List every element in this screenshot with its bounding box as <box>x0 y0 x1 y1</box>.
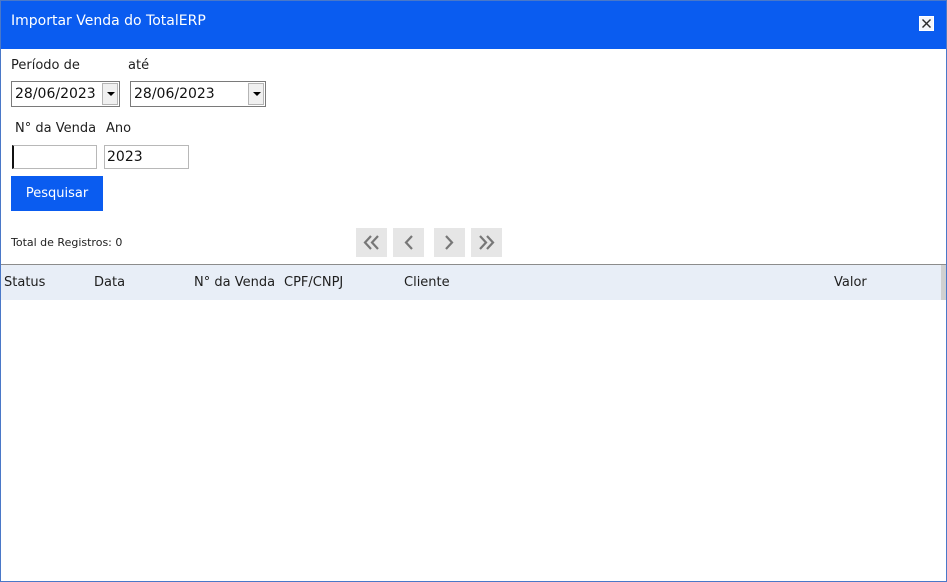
year-input[interactable] <box>104 145 189 169</box>
period-to-value: 28/06/2023 <box>134 86 215 102</box>
close-x-icon <box>922 19 931 28</box>
sale-number-input[interactable] <box>12 145 97 169</box>
column-header-sale-number[interactable]: N° da Venda <box>194 275 275 290</box>
period-from-label: Período de <box>11 58 80 73</box>
period-to-dropdown-button[interactable] <box>248 83 264 105</box>
next-page-button[interactable] <box>434 228 465 257</box>
column-header-value[interactable]: Valor <box>834 275 867 290</box>
sale-number-label: N° da Venda <box>15 121 97 136</box>
title-bar: Importar Venda do TotalERP <box>1 1 946 49</box>
dialog-title: Importar Venda do TotalERP <box>11 13 206 29</box>
first-page-button[interactable] <box>356 228 387 257</box>
total-records-label: Total de Registros: 0 <box>11 236 123 249</box>
last-page-button[interactable] <box>471 228 502 257</box>
previous-page-icon <box>404 235 413 250</box>
period-to-label: até <box>128 58 150 73</box>
column-header-cpf-cnpj[interactable]: CPF/CNPJ <box>284 275 343 290</box>
first-page-icon <box>363 235 379 250</box>
period-to-date-picker[interactable]: 28/06/2023 <box>130 81 266 107</box>
next-page-icon <box>445 235 454 250</box>
column-header-status[interactable]: Status <box>4 275 45 290</box>
year-label: Ano <box>106 121 132 136</box>
grid-header: Status Data N° da Venda CPF/CNPJ Cliente… <box>1 265 941 300</box>
period-from-date-picker[interactable]: 28/06/2023 <box>11 81 120 107</box>
close-button[interactable] <box>919 16 934 31</box>
grid-scrollbar[interactable] <box>941 265 946 300</box>
column-header-client[interactable]: Cliente <box>404 275 450 290</box>
previous-page-button[interactable] <box>393 228 424 257</box>
period-from-value: 28/06/2023 <box>15 86 96 102</box>
last-page-icon <box>479 235 495 250</box>
import-sale-dialog: Importar Venda do TotalERP Período de at… <box>0 0 947 582</box>
search-button[interactable]: Pesquisar <box>11 176 103 211</box>
column-header-date[interactable]: Data <box>94 275 125 290</box>
sales-grid: Status Data N° da Venda CPF/CNPJ Cliente… <box>1 264 946 581</box>
period-from-dropdown-button[interactable] <box>102 83 118 105</box>
